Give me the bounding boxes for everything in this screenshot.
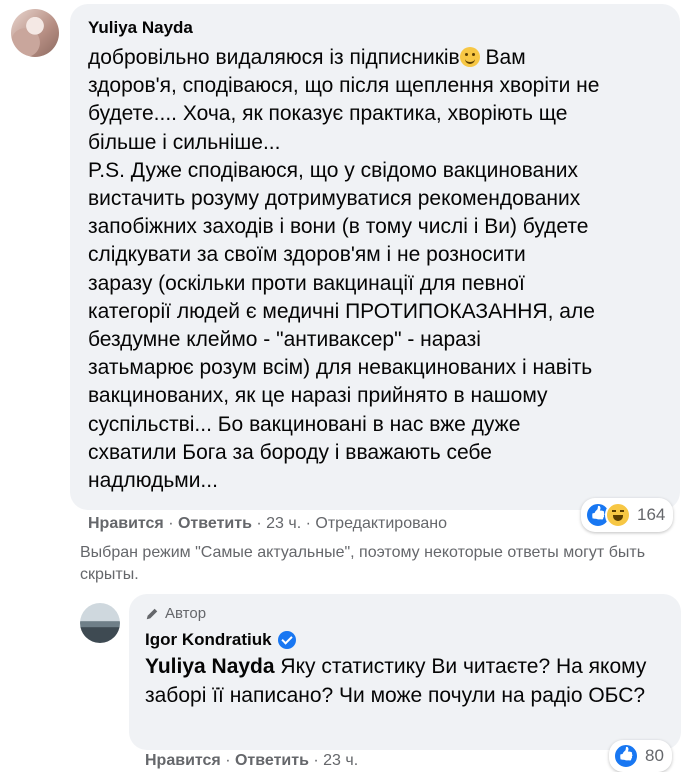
edited-label: Отредактировано — [315, 515, 448, 532]
separator: · — [301, 515, 316, 532]
separator: · — [251, 515, 267, 532]
comment-author-name[interactable]: Yuliya Nayda — [88, 18, 193, 38]
like-reaction-icon — [613, 743, 639, 769]
like-link[interactable]: Нравится — [88, 515, 164, 532]
sort-notice: Выбран режим "Самые актуальные", поэтому… — [80, 544, 646, 583]
mention-tag[interactable]: Yuliya Nayda — [145, 655, 275, 678]
haha-reaction-icon — [605, 502, 631, 528]
winking-face-emoji-icon — [459, 47, 480, 67]
reply-reaction-count: 80 — [645, 746, 664, 765]
author-badge-label: Автор — [165, 605, 207, 622]
reply-actions: Нравится · Ответить · 23 ч. — [145, 752, 358, 770]
reply-like-link[interactable]: Нравится — [145, 752, 221, 769]
reaction-count: 164 — [637, 505, 666, 524]
commenter-avatar[interactable] — [11, 9, 59, 57]
reply-text: Yuliya Nayda Яку статистику Ви читаєте? … — [145, 653, 665, 710]
reply-author-row: Igor Kondratiuk — [145, 630, 296, 650]
comment-line1-after: Вам — [479, 46, 526, 69]
pen-icon — [146, 608, 158, 619]
comment-body: здоров'я, сподіваюся, що після щеплення … — [88, 74, 600, 493]
reply-reply-link[interactable]: Ответить — [235, 752, 309, 769]
reply-timestamp-link[interactable]: 23 ч. — [323, 752, 358, 769]
separator: · — [308, 752, 324, 769]
separator: · — [163, 515, 178, 532]
author-badge: Автор — [145, 605, 206, 622]
reply-author-avatar[interactable] — [80, 603, 120, 643]
comment-actions: Нравится · Ответить · 23 ч. · Отредактир… — [88, 515, 447, 533]
comment-reactions[interactable]: 164 — [581, 498, 674, 532]
verified-badge-icon — [277, 631, 296, 649]
reply-link[interactable]: Ответить — [178, 515, 252, 532]
reply-author-name[interactable]: Igor Kondratiuk — [145, 630, 272, 650]
timestamp-link[interactable]: 23 ч. — [266, 515, 301, 532]
reply-reactions[interactable]: 80 — [609, 740, 672, 772]
comment-text: добровільно видаляюся із підписників Вам… — [88, 44, 678, 495]
comment-line1: добровільно видаляюся із підписників — [88, 46, 460, 69]
separator: · — [220, 752, 235, 769]
